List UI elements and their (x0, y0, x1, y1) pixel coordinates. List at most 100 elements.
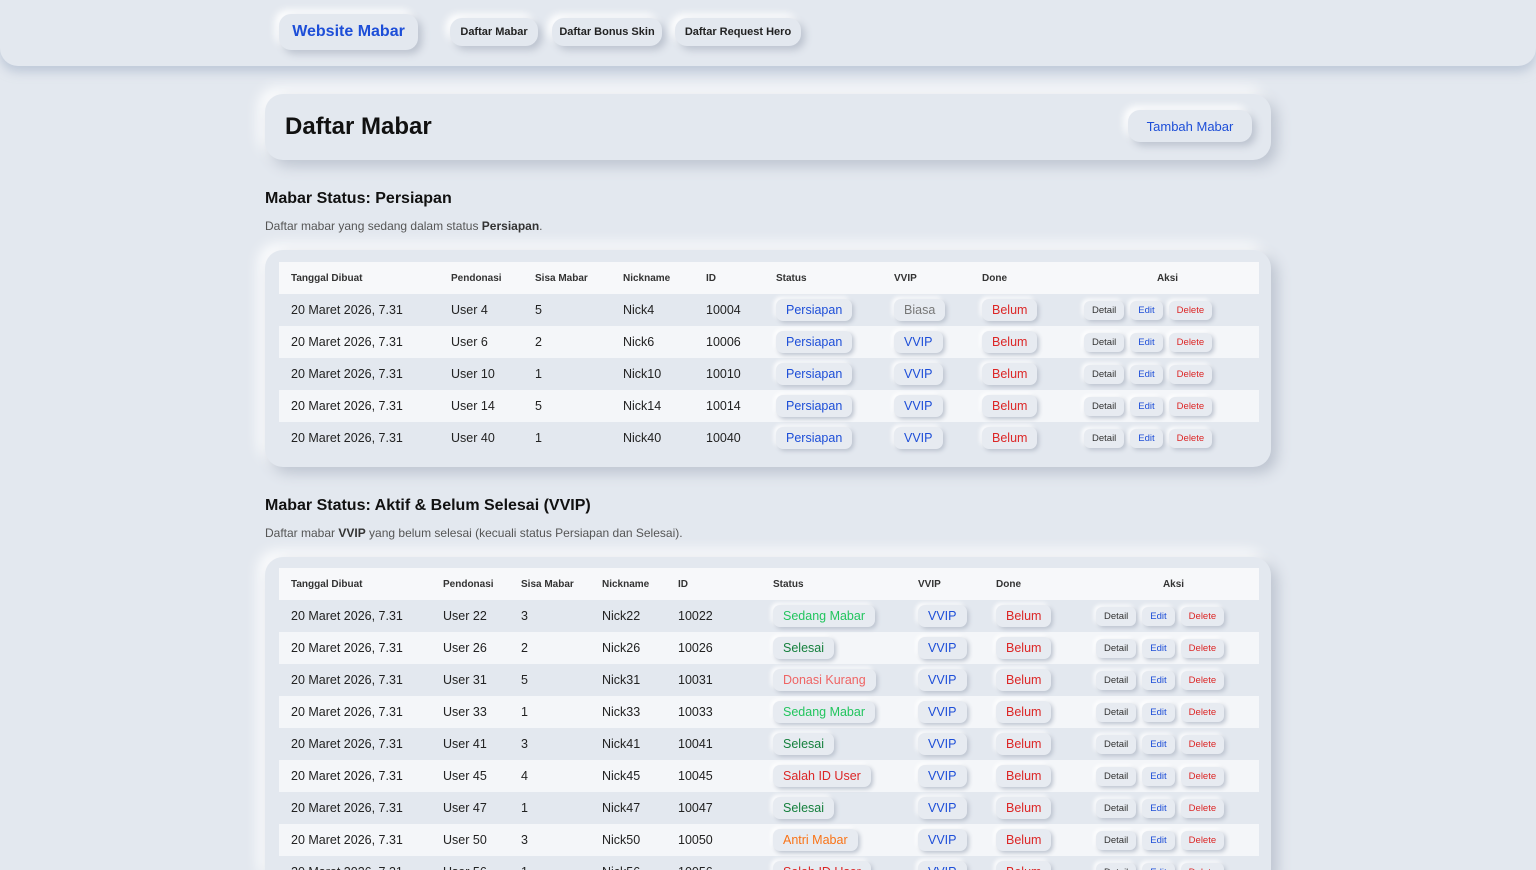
delete-button[interactable]: Delete (1180, 638, 1225, 658)
column-header: Sisa Mabar (535, 272, 588, 284)
done-badge: Belum (996, 797, 1052, 819)
detail-button[interactable]: Detail (1096, 734, 1137, 754)
column-header: Status (776, 272, 807, 284)
done-cell: Belum (970, 422, 1064, 454)
pendonasi-cell: User 31 (443, 673, 487, 687)
detail-button[interactable]: Detail (1096, 606, 1137, 626)
delete-button[interactable]: Delete (1180, 606, 1225, 626)
sisa-mabar-cell: 1 (521, 801, 528, 815)
delete-button[interactable]: Delete (1180, 702, 1225, 722)
detail-button[interactable]: Detail (1084, 332, 1125, 352)
delete-button[interactable]: Delete (1180, 734, 1225, 754)
edit-button[interactable]: Edit (1142, 606, 1175, 626)
sisa-mabar-cell: 5 (535, 303, 542, 317)
column-header: Tanggal Dibuat (291, 272, 363, 284)
column-header: Nickname (623, 272, 671, 284)
edit-button[interactable]: Edit (1130, 300, 1163, 320)
detail-button[interactable]: Detail (1096, 830, 1137, 850)
vvip-cell: VVIP (882, 422, 970, 454)
sisa-mabar-cell: 4 (521, 769, 528, 783)
detail-button[interactable]: Detail (1096, 638, 1137, 658)
detail-button[interactable]: Detail (1084, 396, 1125, 416)
actions-cell: DetailEditDelete (1076, 632, 1259, 664)
status-cell: Persiapan (764, 326, 882, 358)
vvip-badge: VVIP (918, 829, 967, 851)
column-header: Sisa Mabar (521, 578, 574, 590)
nav-daftar-request-hero[interactable]: Daftar Request Hero (675, 18, 801, 46)
status-badge: Persiapan (776, 427, 853, 449)
edit-button[interactable]: Edit (1142, 702, 1175, 722)
pendonasi-cell: User 26 (443, 641, 487, 655)
edit-button[interactable]: Edit (1130, 332, 1163, 352)
table-row: 20 Maret 2026, 7.31 User 10 1 Nick10 10010 Pe… (279, 358, 1259, 390)
detail-button[interactable]: Detail (1096, 798, 1137, 818)
edit-button[interactable]: Edit (1142, 638, 1175, 658)
delete-button[interactable]: Delete (1180, 670, 1225, 690)
edit-button[interactable]: Edit (1130, 428, 1163, 448)
column-header: Done (982, 272, 1007, 284)
delete-button[interactable]: Delete (1168, 396, 1213, 416)
status-cell: Sedang Mabar (761, 696, 906, 728)
id-cell: 10014 (706, 399, 741, 413)
status-badge: Persiapan (776, 395, 853, 417)
status-badge: Persiapan (776, 363, 853, 385)
edit-button[interactable]: Edit (1142, 766, 1175, 786)
done-cell: Belum (984, 600, 1076, 632)
sisa-mabar-cell: 2 (521, 641, 528, 655)
detail-button[interactable]: Detail (1096, 702, 1137, 722)
status-badge: Selesai (773, 733, 834, 755)
edit-button[interactable]: Edit (1142, 798, 1175, 818)
vvip-cell: Biasa (882, 294, 970, 326)
nickname-cell: Nick56 (590, 856, 666, 870)
detail-button[interactable]: Detail (1084, 300, 1125, 320)
nav-daftar-mabar[interactable]: Daftar Mabar (450, 18, 538, 46)
delete-button[interactable]: Delete (1168, 332, 1213, 352)
actions-cell: DetailEditDelete (1076, 792, 1259, 824)
tambah-mabar-button[interactable]: Tambah Mabar (1128, 110, 1252, 142)
created-date-cell: 20 Maret 2026, 7.31 (291, 673, 403, 687)
done-badge: Belum (996, 701, 1052, 723)
status-cell: Selesai (761, 728, 906, 760)
detail-button[interactable]: Detail (1084, 428, 1125, 448)
column-header: VVIP (918, 578, 941, 590)
column-header: Aksi (1162, 578, 1185, 590)
pendonasi-cell: User 41 (443, 737, 487, 751)
delete-button[interactable]: Delete (1180, 862, 1225, 870)
detail-button[interactable]: Detail (1096, 862, 1137, 870)
edit-button[interactable]: Edit (1142, 670, 1175, 690)
brand-link[interactable]: Website Mabar (279, 14, 418, 50)
actions-cell: DetailEditDelete (1064, 422, 1259, 454)
vvip-cell: VVIP (906, 824, 984, 856)
edit-button[interactable]: Edit (1130, 396, 1163, 416)
edit-button[interactable]: Edit (1142, 830, 1175, 850)
delete-button[interactable]: Delete (1168, 364, 1213, 384)
created-date-cell: 20 Maret 2026, 7.31 (291, 705, 403, 719)
status-badge: Persiapan (776, 331, 853, 353)
edit-button[interactable]: Edit (1130, 364, 1163, 384)
delete-button[interactable]: Delete (1168, 428, 1213, 448)
done-cell: Belum (970, 358, 1064, 390)
sisa-mabar-cell: 2 (535, 335, 542, 349)
edit-button[interactable]: Edit (1142, 862, 1175, 870)
detail-button[interactable]: Detail (1096, 766, 1137, 786)
persiapan-table: Tanggal Dibuat Pendonasi Sisa Mabar Nicknam… (279, 262, 1259, 454)
done-cell: Belum (970, 326, 1064, 358)
pendonasi-cell: User 40 (451, 431, 495, 445)
status-cell: Selesai (761, 632, 906, 664)
detail-button[interactable]: Detail (1096, 670, 1137, 690)
done-cell: Belum (984, 696, 1076, 728)
actions-cell: DetailEditDelete (1076, 600, 1259, 632)
sisa-mabar-cell: 3 (521, 609, 528, 623)
delete-button[interactable]: Delete (1168, 300, 1213, 320)
vvip-table: Tanggal Dibuat Pendonasi Sisa Mabar Nicknam… (279, 568, 1259, 870)
delete-button[interactable]: Delete (1180, 830, 1225, 850)
vvip-badge: VVIP (918, 605, 967, 627)
table-header-row: Tanggal Dibuat Pendonasi Sisa Mabar Nicknam… (279, 262, 1259, 294)
section-vvip-desc: Daftar mabar VVIP yang belum selesai (ke… (265, 526, 683, 540)
delete-button[interactable]: Delete (1180, 766, 1225, 786)
delete-button[interactable]: Delete (1180, 798, 1225, 818)
nav-daftar-bonus-skin[interactable]: Daftar Bonus Skin (552, 18, 662, 46)
detail-button[interactable]: Detail (1084, 364, 1125, 384)
edit-button[interactable]: Edit (1142, 734, 1175, 754)
vvip-cell: VVIP (906, 600, 984, 632)
